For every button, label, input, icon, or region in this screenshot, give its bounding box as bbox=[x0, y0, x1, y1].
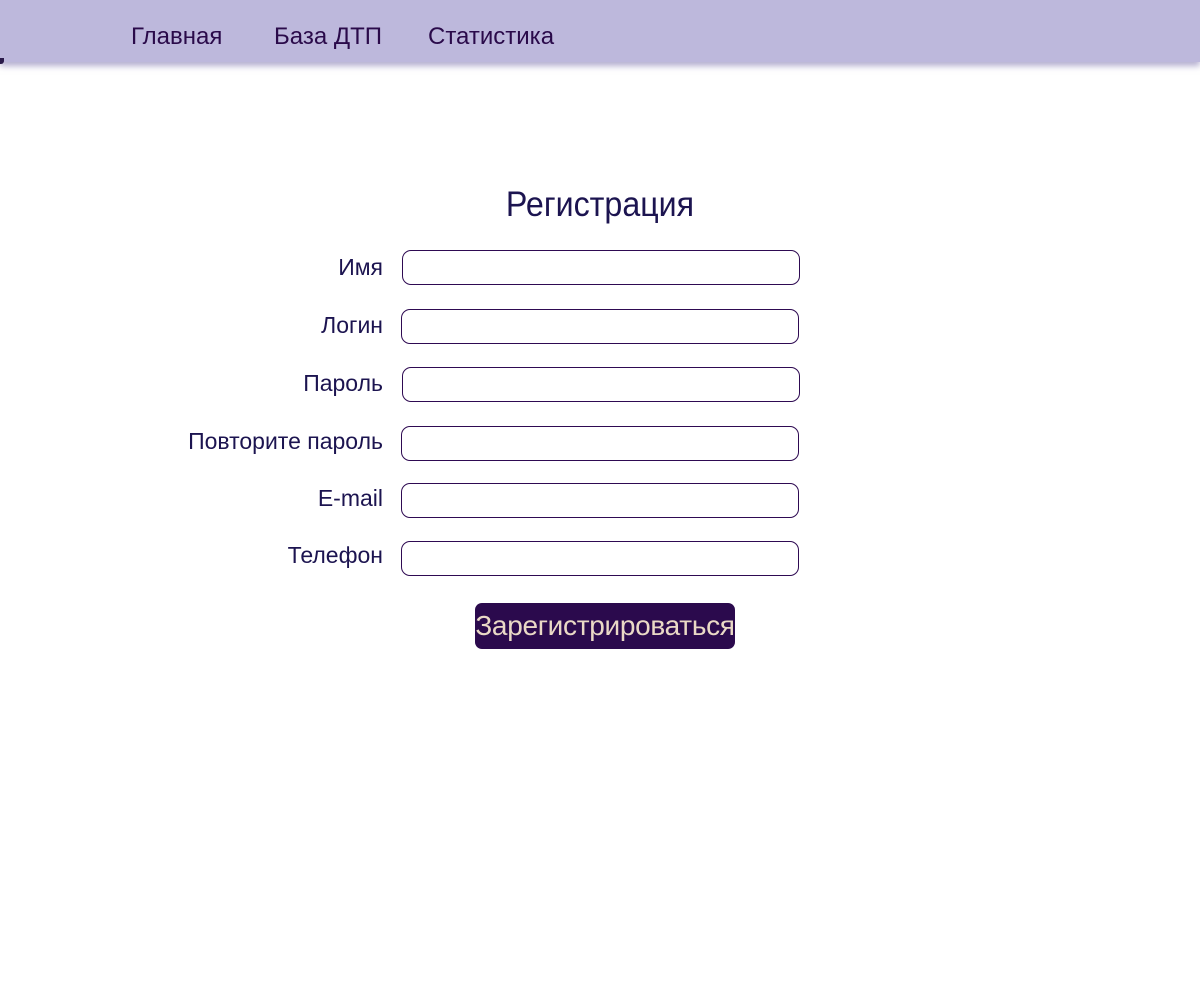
email-label: E-mail bbox=[317, 485, 383, 511]
repeat-password-label: Повторите пароль bbox=[188, 428, 383, 454]
login-input[interactable] bbox=[401, 309, 799, 344]
name-label: Имя bbox=[338, 254, 383, 280]
topbar-corner-mark bbox=[0, 58, 4, 64]
page-title: Регистрация bbox=[505, 185, 695, 224]
register-button[interactable]: Зарегистрироваться bbox=[475, 603, 735, 649]
password-label: Пароль bbox=[303, 370, 383, 396]
nav-link-accident-database[interactable]: База ДТП bbox=[274, 23, 382, 51]
phone-label: Телефон bbox=[287, 542, 383, 568]
password-input[interactable] bbox=[402, 367, 800, 402]
nav-link-statistics[interactable]: Статистика bbox=[428, 23, 554, 51]
phone-input[interactable] bbox=[401, 541, 799, 576]
name-input[interactable] bbox=[402, 250, 800, 285]
login-label: Логин bbox=[321, 312, 383, 338]
repeat-password-input[interactable] bbox=[401, 426, 799, 461]
nav-link-home[interactable]: Главная bbox=[131, 23, 222, 51]
top-navigation-bar: Главная База ДТП Статистика bbox=[0, 0, 1200, 62]
email-input[interactable] bbox=[401, 483, 799, 518]
